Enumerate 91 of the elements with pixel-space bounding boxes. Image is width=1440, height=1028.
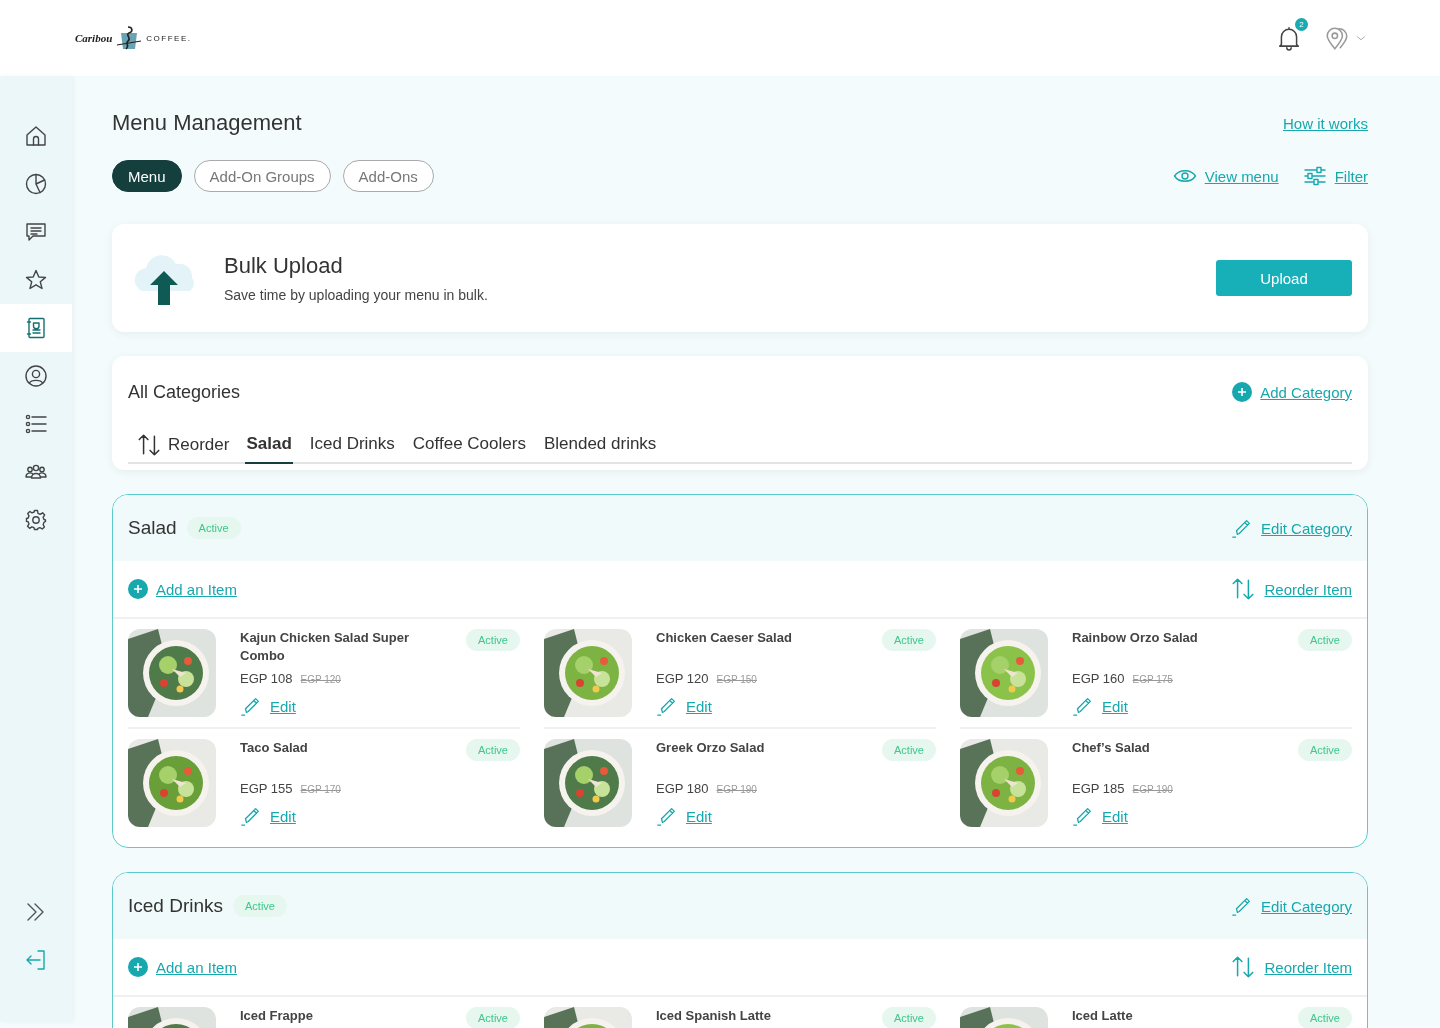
bulk-upload-title: Bulk Upload [224,253,344,279]
logo-word: COFFEE. [146,33,192,43]
item-price: EGP 155 [240,781,293,796]
sort-arrows-icon [1230,954,1257,980]
old-price: EGP 170 [300,784,341,795]
old-price: EGP 190 [1132,784,1173,795]
logo-script: Caribou [75,32,113,44]
bell-icon [1276,25,1302,51]
category-tab[interactable]: Salad [245,428,293,464]
category-tab[interactable]: Coffee Coolers [411,428,527,464]
profile-icon [24,364,48,388]
old-price: EGP 175 [1132,674,1173,685]
status-badge: Active [882,1007,936,1028]
page-title: Menu Management [112,110,302,136]
item-price: EGP 108 [240,671,293,686]
status-badge: Active [466,739,520,761]
tab[interactable]: Menu [112,160,182,192]
list-icon [24,412,48,436]
pie-chart-icon [24,172,48,196]
help-link[interactable]: How it works [1283,114,1368,132]
edit-category-link[interactable]: Edit Category [1261,897,1352,915]
item-price: EGP 180 [656,781,709,796]
plus-circle-icon [128,579,148,599]
pencil-icon [1072,695,1094,717]
status-badge: Active [466,1007,520,1028]
edit-link[interactable]: Edit [1102,697,1128,715]
add-item-link[interactable]: Add an Item [156,580,237,598]
section-title: Iced Drinks [128,895,224,917]
status-badge: Active [466,629,520,651]
tab[interactable]: Add-On Groups [193,160,331,192]
item-name: Iced Latte [1072,1007,1133,1025]
logo-icon [116,25,143,51]
sidebar-item[interactable] [0,304,72,352]
old-price: EGP 190 [716,784,757,795]
filter-sliders-icon [1302,164,1327,188]
pencil-icon [656,805,678,827]
location-pin-icon [1324,25,1350,51]
pencil-icon [240,805,262,827]
sort-arrows-icon [1230,576,1257,602]
reorder-item-link[interactable]: Reorder Item [1264,958,1352,976]
edit-category-link[interactable]: Edit Category [1261,519,1352,537]
item-name: Kajun Chicken Salad Super Combo [240,629,411,665]
add-category-link[interactable]: Add Category [1260,383,1352,401]
old-price: EGP 150 [716,674,757,685]
view-menu-link[interactable]: View menu [1204,167,1279,185]
item-price: EGP 160 [1072,671,1125,686]
plus-circle-icon [128,957,148,977]
section-title: Salad [128,517,177,539]
category-tab[interactable]: Blended drinks [542,428,658,464]
item-name: Greek Orzo Salad [656,739,765,757]
categories-title: All Categories [128,381,241,403]
filter-link[interactable]: Filter [1334,167,1368,185]
edit-link[interactable]: Edit [270,697,296,715]
item-name: Iced Spanish Latte [656,1007,771,1025]
reorder-label[interactable]: Reorder [168,435,230,455]
bulk-upload-description: Save time by uploading your menu in bulk. [224,287,488,303]
reorder-item-link[interactable]: Reorder Item [1264,580,1352,598]
status-badge: Active [882,629,936,651]
notification-badge: 2 [1295,18,1308,31]
logout-icon [24,948,48,972]
star-icon [24,268,48,292]
upload-button[interactable]: Upload [1216,260,1352,296]
tab[interactable]: Add-Ons [342,160,434,192]
status-badge: Active [1298,629,1352,651]
edit-link[interactable]: Edit [686,697,712,715]
pencil-icon [1072,805,1094,827]
status-badge: Active [233,895,287,917]
pencil-icon [656,695,678,717]
edit-link[interactable]: Edit [270,807,296,825]
item-price: EGP 120 [656,671,709,686]
item-name: Chicken Caeser Salad [656,629,792,647]
item-name: Iced Frappe [240,1007,313,1025]
item-name: Rainbow Orzo Salad [1072,629,1198,647]
edit-link[interactable]: Edit [686,807,712,825]
status-badge: Active [1298,739,1352,761]
add-item-link[interactable]: Add an Item [156,958,237,976]
item-name: Taco Salad [240,739,308,757]
item-name: Chef’s Salad [1072,739,1150,757]
plus-circle-icon [1232,382,1253,402]
status-badge: Active [882,739,936,761]
home-icon [24,124,48,148]
status-badge: Active [186,517,241,539]
pencil-icon [240,695,262,717]
sort-arrows-icon [136,432,162,458]
status-badge: Active [1298,1007,1352,1028]
edit-link[interactable]: Edit [1102,807,1128,825]
item-price: EGP 185 [1072,781,1125,796]
category-tab[interactable]: Iced Drinks [308,428,396,464]
old-price: EGP 120 [300,674,341,685]
notebook-icon [24,316,48,340]
settings-icon [24,508,48,532]
